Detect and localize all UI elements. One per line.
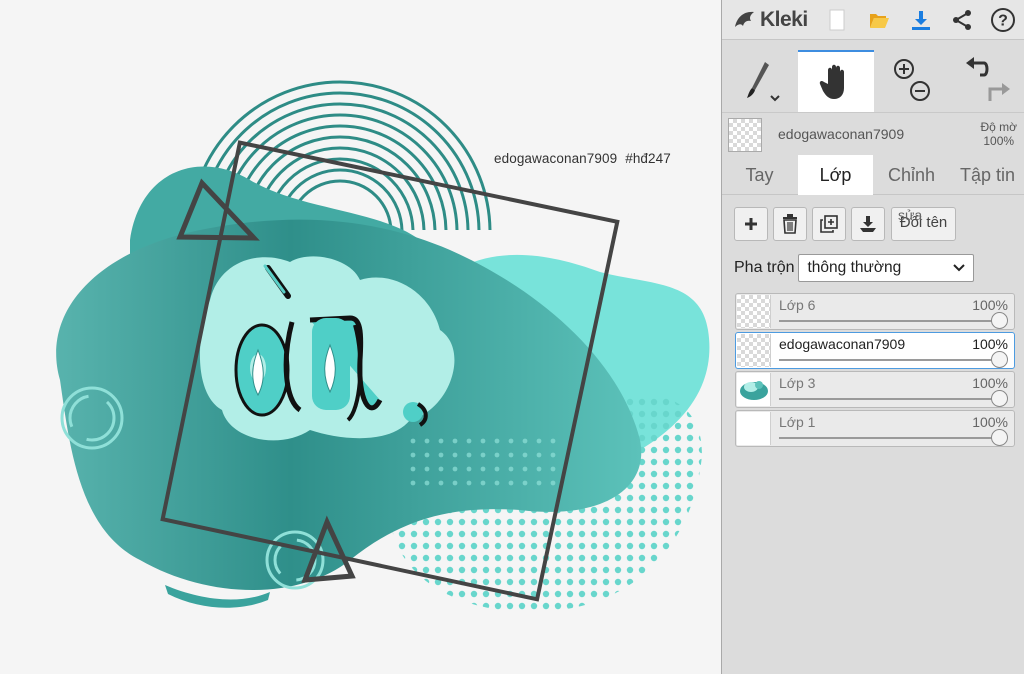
layer-thumbnail	[737, 373, 771, 406]
layer-opacity: 100%	[972, 297, 1008, 313]
new-image-icon	[829, 9, 845, 31]
redo-icon[interactable]	[988, 83, 1010, 101]
share-button[interactable]	[945, 4, 979, 36]
brush-icon	[747, 62, 780, 102]
rename-overlay-text: sửa	[898, 207, 923, 223]
kleki-logo-icon	[735, 11, 754, 27]
layer-thumbnail	[737, 412, 771, 445]
blend-label: Pha trộn	[734, 259, 795, 276]
top-toolbar: Kleki ?	[722, 0, 1024, 40]
rename-layer-button[interactable]: sửa Đổi tên	[891, 207, 956, 241]
duplicate-icon	[820, 215, 838, 233]
blend-mode-value: thông thường	[807, 259, 902, 276]
brush-tool[interactable]	[722, 50, 798, 112]
app-name: Kleki	[760, 8, 808, 31]
download-icon	[912, 11, 930, 30]
opacity-slider-handle[interactable]	[991, 390, 1008, 407]
blend-mode-select[interactable]: thông thường	[798, 254, 975, 282]
canvas-artwork	[0, 0, 722, 674]
current-layer-thumbnail	[728, 118, 762, 152]
tool-row	[722, 50, 1024, 112]
layer-item[interactable]: Lớp 6 100%	[735, 293, 1015, 330]
opacity-label: Độ mờ	[980, 120, 1017, 134]
merge-down-icon	[860, 216, 876, 232]
layer-opacity: 100%	[972, 375, 1008, 391]
delete-layer-button[interactable]	[773, 207, 807, 241]
opacity-slider-track[interactable]	[779, 398, 1000, 400]
tab-edit[interactable]: Chỉnh	[874, 155, 949, 195]
opacity-slider-handle[interactable]	[991, 351, 1008, 368]
layer-thumbnail	[737, 334, 771, 367]
undo-redo-tools	[950, 50, 1024, 112]
current-layer-name: edogawaconan7909	[778, 126, 905, 142]
merge-down-button[interactable]	[851, 207, 885, 241]
layer-item[interactable]: Lớp 3 100%	[735, 371, 1015, 408]
layer-opacity: 100%	[972, 414, 1008, 430]
drawing-canvas[interactable]: edogawaconan7909 #hđ247	[0, 0, 722, 674]
layer-name: Lớp 3	[779, 375, 816, 391]
layer-thumbnail	[737, 295, 771, 328]
add-layer-button[interactable]	[734, 207, 768, 241]
layer-opacity: 100%	[972, 336, 1008, 352]
opacity-value: 100%	[983, 134, 1015, 148]
plus-icon	[745, 218, 757, 230]
opacity-slider-handle[interactable]	[991, 312, 1008, 329]
help-icon: ?	[991, 8, 1015, 32]
current-layer-preview: edogawaconan7909 Độ mờ 100%	[722, 112, 1024, 154]
layer-3-art-icon	[740, 381, 768, 400]
opacity-slider-handle[interactable]	[991, 429, 1008, 446]
layer-name: edogawaconan7909	[779, 336, 906, 352]
duplicate-layer-button[interactable]	[812, 207, 846, 241]
tab-file[interactable]: Tập tin	[950, 155, 1024, 195]
open-button[interactable]	[862, 4, 896, 36]
watermark-user: edogawaconan7909	[494, 151, 618, 166]
kleki-logo[interactable]: Kleki	[732, 6, 808, 34]
hand-tool[interactable]	[798, 50, 874, 112]
layer-item[interactable]: Lớp 1 100%	[735, 410, 1015, 447]
zoom-in-icon[interactable]	[894, 59, 914, 79]
chevron-down-icon	[953, 264, 966, 272]
help-button[interactable]: ?	[986, 4, 1020, 36]
svg-text:?: ?	[998, 13, 1008, 30]
sidebar: Kleki ? edogawaconan7909 Độ mờ 100% Tay …	[721, 0, 1024, 674]
tab-bar: Tay Lớp Chỉnh Tập tin	[722, 155, 1024, 195]
current-layer-opacity: Độ mờ 100%	[980, 120, 1017, 148]
watermark-tag: #hđ247	[625, 151, 671, 166]
new-image-button[interactable]	[820, 4, 854, 36]
open-folder-icon	[870, 14, 889, 28]
blend-mode-row: Pha trộn thông thường	[734, 254, 975, 282]
download-button[interactable]	[904, 4, 938, 36]
opacity-slider-track[interactable]	[779, 359, 1000, 361]
tab-hand[interactable]: Tay	[722, 155, 797, 195]
layer-name: Lớp 6	[779, 297, 816, 313]
tab-layers[interactable]: Lớp	[798, 155, 873, 195]
opacity-slider-track[interactable]	[779, 437, 1000, 439]
zoom-tools	[874, 50, 950, 112]
layer-item-selected[interactable]: edogawaconan7909 100%	[735, 332, 1015, 369]
canvas-watermark: edogawaconan7909 #hđ247	[494, 151, 679, 166]
undo-icon[interactable]	[965, 57, 988, 77]
hand-icon	[819, 64, 844, 99]
zoom-out-icon[interactable]	[910, 81, 930, 101]
trash-icon	[783, 214, 797, 234]
share-icon	[953, 10, 971, 30]
layer-name: Lớp 1	[779, 414, 816, 430]
opacity-slider-track[interactable]	[779, 320, 1000, 322]
